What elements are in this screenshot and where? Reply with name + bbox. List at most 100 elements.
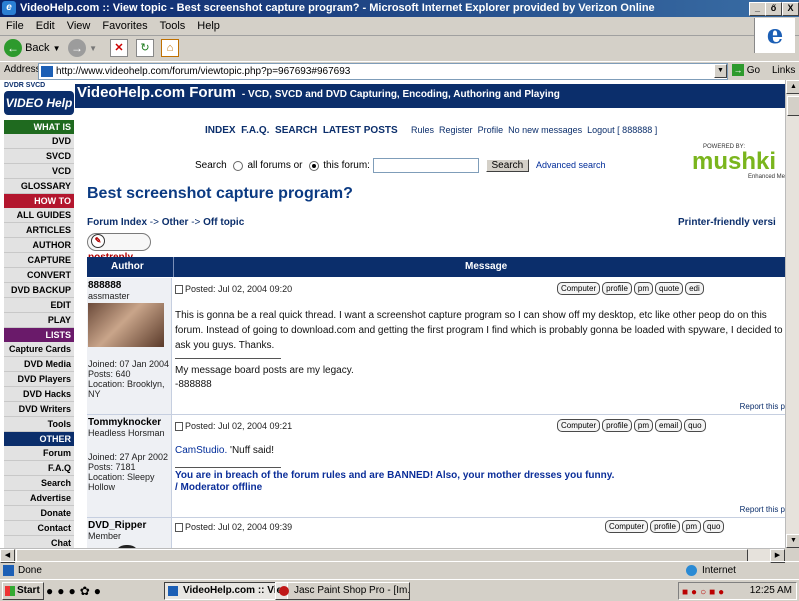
search-button[interactable]: Search [485, 159, 530, 172]
side-nav-item-articles[interactable]: ARTICLES [4, 223, 74, 238]
profile-button[interactable]: profile [650, 520, 680, 533]
pm-button[interactable]: pm [681, 520, 702, 533]
all-forums-radio[interactable] [233, 160, 244, 171]
menu-view[interactable]: View [61, 17, 97, 35]
maximize-button[interactable]: ő [765, 2, 782, 16]
side-nav-item-tools[interactable]: Tools [4, 417, 74, 432]
refresh-button[interactable]: ↻ [136, 38, 154, 58]
breadcrumb-other[interactable]: Other [162, 217, 189, 228]
side-nav-item-donate[interactable]: Donate [4, 506, 74, 521]
side-nav-item-play[interactable]: PLAY [4, 313, 74, 328]
side-nav-item-dvd-hacks[interactable]: DVD Hacks [4, 387, 74, 402]
address-dropdown-button[interactable]: ▼ [714, 64, 727, 78]
quote-button[interactable]: quo [684, 419, 706, 432]
address-input[interactable]: http://www.videohelp.com/forum/viewtopic… [38, 63, 728, 80]
pm-button[interactable]: pm [633, 282, 654, 295]
breadcrumb-off-topic[interactable]: Off topic [203, 217, 244, 228]
side-nav-item-vcd[interactable]: VCD [4, 164, 74, 179]
post-reply-button[interactable]: ✎postreply [87, 233, 151, 263]
side-nav-item-capture-cards[interactable]: Capture Cards [4, 342, 74, 357]
side-nav-item-convert[interactable]: CONVERT [4, 268, 74, 283]
post-date-text: Posted: Jul 02, 2004 09:21 [185, 421, 293, 431]
email-button[interactable]: email [655, 419, 683, 432]
side-nav-item-f-a-q[interactable]: F.A.Q [4, 461, 74, 476]
taskbar: Start ●●●✿● VideoHelp.com :: Vie... Jasc… [0, 579, 799, 600]
side-nav-item-all-guides[interactable]: ALL GUIDES [4, 208, 74, 223]
report-post-link[interactable]: Report this p [740, 402, 785, 411]
post-username[interactable]: DVD_Ripper [88, 520, 171, 531]
nav-logout-link[interactable]: Logout [ 888888 ] [587, 125, 657, 135]
taskbar-item-paintshop[interactable]: Jasc Paint Shop Pro - [Im... [275, 582, 410, 600]
mushki-sponsor-logo[interactable]: POWERED BY: mushki Enhanced Me [692, 144, 785, 184]
close-button[interactable]: X [782, 2, 799, 16]
vertical-scroll-thumb[interactable] [787, 96, 799, 116]
side-nav-item-author[interactable]: AUTHOR [4, 238, 74, 253]
nav-register-link[interactable]: Register [439, 125, 473, 135]
forward-button[interactable]: → ▼ [68, 38, 97, 58]
side-nav-item-dvd-players[interactable]: DVD Players [4, 372, 74, 387]
menu-edit[interactable]: Edit [30, 17, 61, 35]
menu-help[interactable]: Help [191, 17, 226, 35]
side-nav-item-dvd-media[interactable]: DVD Media [4, 357, 74, 372]
menu-file[interactable]: File [0, 17, 30, 35]
scroll-down-button[interactable]: ▼ [786, 534, 799, 548]
nav-faq-link[interactable]: F.A.Q. [241, 125, 269, 136]
nav-profile-link[interactable]: Profile [478, 125, 504, 135]
profile-button[interactable]: profile [602, 419, 632, 432]
report-post-link[interactable]: Report this p [740, 505, 785, 514]
address-bar: Address http://www.videohelp.com/forum/v… [0, 61, 799, 80]
side-nav-item-glossary[interactable]: GLOSSARY [4, 179, 74, 194]
side-nav-item-search[interactable]: Search [4, 476, 74, 491]
side-nav-item-dvd[interactable]: DVD [4, 134, 74, 149]
printer-friendly-link[interactable]: Printer-friendly versi [678, 217, 776, 228]
post-username[interactable]: Tommyknocker [88, 417, 171, 428]
breadcrumb-forum-index[interactable]: Forum Index [87, 217, 147, 228]
quote-button[interactable]: quo [703, 520, 725, 533]
side-nav-item-forum[interactable]: Forum [4, 446, 74, 461]
nav-index-link[interactable]: INDEX [205, 125, 236, 136]
side-nav-item-capture[interactable]: CAPTURE [4, 253, 74, 268]
start-button[interactable]: Start [2, 582, 44, 600]
minimize-button[interactable]: _ [749, 2, 766, 16]
side-nav-item-edit[interactable]: EDIT [4, 298, 74, 313]
advanced-search-link[interactable]: Advanced search [536, 160, 606, 170]
post-author-cell: 888888 assmaster Joined: 07 Jan 2004 Pos… [87, 278, 172, 414]
profile-button[interactable]: profile [602, 282, 632, 295]
post-signature-link[interactable]: My message board posts are my legacy. [175, 363, 354, 378]
stop-button[interactable]: ✕ [110, 38, 128, 58]
edit-button[interactable]: edi [685, 282, 704, 295]
nav-latest-posts-link[interactable]: LATEST POSTS [323, 125, 398, 136]
scroll-up-button[interactable]: ▲ [786, 80, 799, 94]
side-nav-item-dvd-backup[interactable]: DVD BACKUP [4, 283, 74, 298]
this-forum-radio[interactable] [309, 160, 320, 171]
side-nav-item-dvd-writers[interactable]: DVD Writers [4, 402, 74, 417]
computer-button[interactable]: Computer [557, 419, 601, 432]
computer-button[interactable]: Computer [557, 282, 601, 295]
camstudio-link[interactable]: CamStudio. [175, 445, 227, 456]
topic-title[interactable]: Best screenshot capture program? [87, 185, 353, 203]
videohelp-logo[interactable]: DVDR SVCD VIDEO Help [4, 82, 74, 118]
menu-tools[interactable]: Tools [154, 17, 192, 35]
back-button[interactable]: ← Back ▼ [4, 38, 61, 58]
menu-favorites[interactable]: Favorites [96, 17, 153, 35]
forum-search-input[interactable] [372, 158, 479, 173]
side-nav-item-advertise[interactable]: Advertise [4, 491, 74, 506]
quote-button[interactable]: quote [655, 282, 684, 295]
links-button[interactable]: Links [772, 63, 795, 79]
computer-button[interactable]: Computer [605, 520, 649, 533]
side-nav-item-chat[interactable]: Chat [4, 536, 74, 548]
nav-new-messages-link[interactable]: No new messages [508, 125, 582, 135]
go-button[interactable]: → Go [732, 63, 760, 79]
nav-search-link[interactable]: SEARCH [275, 125, 317, 136]
horizontal-scrollbar[interactable]: ◀ ▶ [0, 548, 785, 563]
post-username[interactable]: 888888 [88, 280, 171, 291]
site-header-title[interactable]: VideoHelp.com Forum [77, 84, 236, 101]
taskbar-item-ie[interactable]: VideoHelp.com :: Vie... [164, 582, 288, 600]
home-button[interactable]: ⌂ [161, 38, 179, 58]
side-nav-item-contact[interactable]: Contact [4, 521, 74, 536]
quick-launch-icons[interactable]: ●●●✿● [46, 584, 105, 598]
side-nav-item-svcd[interactable]: SVCD [4, 149, 74, 164]
nav-rules-link[interactable]: Rules [411, 125, 434, 135]
pm-button[interactable]: pm [633, 419, 654, 432]
vertical-scrollbar[interactable]: ▲ ▼ [785, 80, 799, 548]
